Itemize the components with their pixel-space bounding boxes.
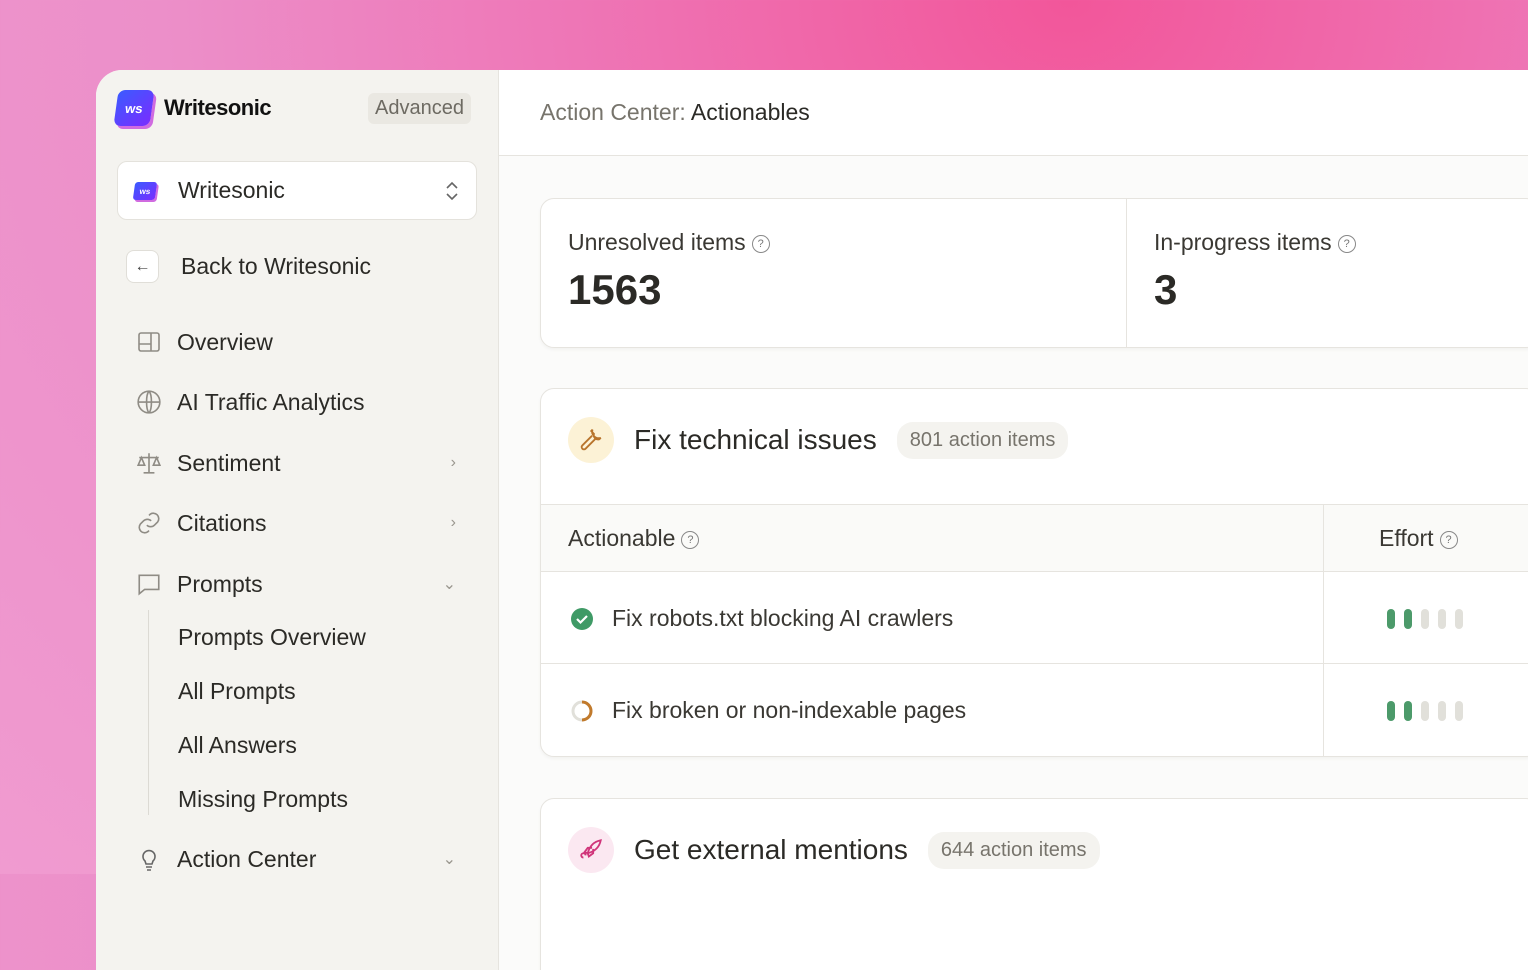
submenu-line [148, 610, 149, 815]
effort-bar-filled [1387, 609, 1395, 629]
sidebar-subitem-missing-prompts[interactable]: Missing Prompts [178, 786, 348, 813]
lightbulb-icon [136, 846, 162, 872]
help-icon[interactable]: ? [752, 235, 770, 253]
column-header-effort: Effort [1379, 525, 1434, 551]
sidebar-item-overview[interactable]: Overview [136, 322, 456, 362]
effort-bar-empty [1438, 609, 1446, 629]
workspace-logo: ws [133, 182, 158, 200]
effort-bar-filled [1404, 701, 1412, 721]
sidebar: ws Writesonic Advanced ws Writesonic ← B… [96, 70, 499, 970]
wrench-icon [568, 417, 614, 463]
actionable-title[interactable]: Fix broken or non-indexable pages [612, 697, 966, 724]
sidebar-item-label: Citations [177, 510, 451, 537]
effort-bar-empty [1438, 701, 1446, 721]
breadcrumb: Action Center: Actionables [540, 99, 810, 126]
in-progress-icon [570, 699, 594, 723]
sidebar-item-citations[interactable]: Citations › [136, 503, 456, 543]
chevron-right-icon: › [451, 514, 456, 532]
sidebar-subitem-all-answers[interactable]: All Answers [178, 732, 297, 759]
plan-badge: Advanced [368, 93, 471, 124]
page-title: Actionables [691, 99, 810, 125]
app-window: ws Writesonic Advanced ws Writesonic ← B… [96, 70, 1528, 970]
action-count-badge: 644 action items [928, 832, 1100, 869]
writesonic-logo: ws [113, 90, 154, 126]
link-icon [136, 510, 162, 536]
section-title: Fix technical issues [634, 424, 877, 456]
help-icon[interactable]: ? [681, 531, 699, 549]
table-header: Actionable? Effort? [541, 504, 1528, 572]
effort-bar-filled [1404, 609, 1412, 629]
sidebar-item-label: Prompts [177, 571, 443, 598]
chevron-down-icon: ⌄ [443, 574, 456, 594]
arrow-left-icon[interactable]: ← [126, 250, 159, 283]
chevron-right-icon: › [451, 454, 456, 472]
brand[interactable]: ws Writesonic [116, 90, 271, 126]
stat-label: Unresolved items [568, 229, 746, 255]
page-header: Action Center: Actionables [499, 70, 1528, 156]
sidebar-item-label: AI Traffic Analytics [177, 389, 456, 416]
sidebar-item-label: Action Center [177, 846, 443, 873]
effort-meter [1387, 701, 1463, 721]
help-icon[interactable]: ? [1440, 531, 1458, 549]
stat-value: 3 [1154, 266, 1356, 314]
breadcrumb-section[interactable]: Action Center: [540, 99, 686, 125]
help-icon[interactable]: ? [1338, 235, 1356, 253]
stat-in-progress: In-progress items? 3 [1154, 229, 1356, 314]
section-fix-technical-issues: Fix technical issues 801 action items Ac… [540, 388, 1528, 757]
workspace-name: Writesonic [178, 177, 444, 204]
check-circle-icon [570, 607, 594, 631]
sidebar-subitem-prompts-overview[interactable]: Prompts Overview [178, 624, 366, 651]
table-row[interactable]: Fix broken or non-indexable pages [541, 664, 1528, 756]
rocket-icon [568, 827, 614, 873]
section-get-external-mentions: Get external mentions 644 action items [540, 798, 1528, 970]
back-label: Back to Writesonic [181, 253, 371, 280]
workspace-selector[interactable]: ws Writesonic [117, 161, 477, 220]
globe-icon [136, 389, 162, 415]
sidebar-item-ai-traffic-analytics[interactable]: AI Traffic Analytics [136, 382, 456, 422]
scale-icon [136, 450, 162, 476]
chevron-down-icon: ⌄ [443, 849, 456, 869]
section-title: Get external mentions [634, 834, 908, 866]
effort-bar-empty [1455, 701, 1463, 721]
sidebar-subitem-all-prompts[interactable]: All Prompts [178, 678, 296, 705]
sidebar-item-prompts[interactable]: Prompts ⌄ [136, 564, 456, 604]
effort-bar-empty [1421, 609, 1429, 629]
effort-bar-empty [1421, 701, 1429, 721]
stats-card: Unresolved items? 1563 In-progress items… [540, 198, 1528, 348]
effort-bar-empty [1455, 609, 1463, 629]
brand-name: Writesonic [164, 95, 271, 121]
sidebar-item-action-center[interactable]: Action Center ⌄ [136, 839, 456, 879]
actionable-title[interactable]: Fix robots.txt blocking AI crawlers [612, 605, 953, 632]
divider [1126, 199, 1127, 348]
sidebar-item-sentiment[interactable]: Sentiment › [136, 443, 456, 483]
message-icon [136, 571, 162, 597]
sidebar-item-label: Sentiment [177, 450, 451, 477]
stat-unresolved: Unresolved items? 1563 [568, 229, 770, 314]
column-header-actionable: Actionable [568, 525, 675, 551]
table-row[interactable]: Fix robots.txt blocking AI crawlers [541, 572, 1528, 664]
stat-value: 1563 [568, 266, 770, 314]
stat-label: In-progress items [1154, 229, 1332, 255]
effort-meter [1387, 609, 1463, 629]
back-to-writesonic[interactable]: ← Back to Writesonic [126, 250, 371, 283]
sidebar-item-label: Overview [177, 329, 456, 356]
action-count-badge: 801 action items [897, 422, 1069, 459]
chevron-up-down-icon [444, 179, 460, 203]
effort-bar-filled [1387, 701, 1395, 721]
layout-icon [136, 329, 162, 355]
